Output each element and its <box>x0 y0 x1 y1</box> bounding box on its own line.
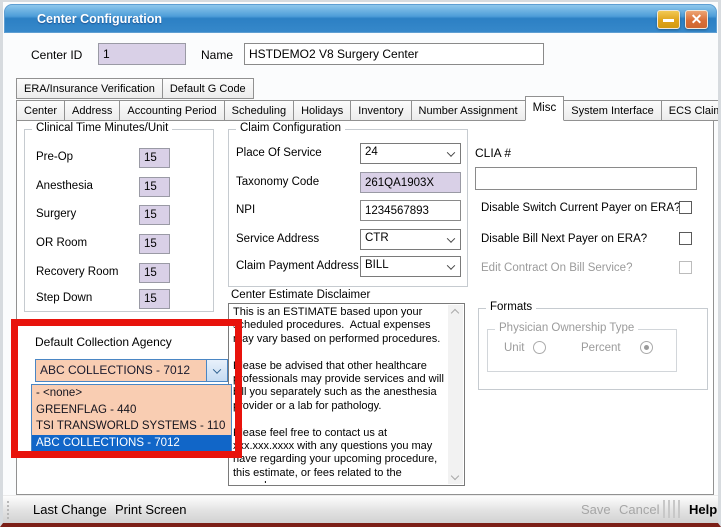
center-configuration-dialog: Center Configuration ✕ Center ID Name ER… <box>0 0 721 527</box>
combobox-drop-button[interactable] <box>206 360 227 381</box>
center-estimate-disclaimer-textarea[interactable]: This is an ESTIMATE based upon your sche… <box>228 303 465 486</box>
clinical-time-title: Clinical Time Minutes/Unit <box>32 122 172 134</box>
clia-field[interactable] <box>475 167 697 190</box>
disable-bill-next-payer-checkbox[interactable] <box>679 232 692 245</box>
scroll-down-icon[interactable] <box>451 472 459 480</box>
edit-contract-on-bill-service-checkbox <box>679 261 692 274</box>
formats-title: Formats <box>486 301 536 313</box>
claim-configuration-title: Claim Configuration <box>236 122 345 134</box>
tab-address[interactable]: Address <box>64 100 120 121</box>
tab-ecs-claim[interactable]: ECS Claim <box>661 100 721 121</box>
title-bar: Center Configuration ✕ <box>4 4 717 33</box>
center-estimate-disclaimer-label: Center Estimate Disclaimer <box>231 289 370 301</box>
tab-row-primary: Center Address Accounting Period Schedul… <box>16 96 721 121</box>
default-collection-agency-label: Default Collection Agency <box>35 335 172 349</box>
center-name-field[interactable] <box>244 43 544 65</box>
edit-contract-on-bill-service-label: Edit Contract On Bill Service? <box>481 262 632 274</box>
clia-label: CLIA # <box>475 146 511 160</box>
toolbar-grip-icon <box>7 501 9 519</box>
physician-ownership-type-groupbox: Physician Ownership Type <box>487 329 677 372</box>
close-button[interactable]: ✕ <box>685 10 708 29</box>
close-icon: ✕ <box>691 11 703 27</box>
dropdown-option-tsi-transworld[interactable]: TSI TRANSWORLD SYSTEMS - 110 <box>32 418 231 435</box>
tab-inventory[interactable]: Inventory <box>350 100 411 121</box>
tab-scheduling[interactable]: Scheduling <box>224 100 294 121</box>
toolbar-separator-grip-icon <box>663 500 680 518</box>
print-screen-button[interactable]: Print Screen <box>115 502 187 517</box>
center-id-field[interactable] <box>98 43 186 65</box>
tab-system-interface[interactable]: System Interface <box>563 100 662 121</box>
scroll-up-icon[interactable] <box>451 309 459 317</box>
collection-agency-dropdown-list: - <none> GREENFLAG - 440 TSI TRANSWORLD … <box>31 384 232 452</box>
help-button[interactable]: Help <box>689 502 717 517</box>
tab-misc[interactable]: Misc <box>525 96 565 121</box>
last-change-button[interactable]: Last Change <box>33 502 107 517</box>
name-label: Name <box>201 48 233 62</box>
tab-holidays[interactable]: Holidays <box>293 100 351 121</box>
minimize-button[interactable] <box>657 10 680 29</box>
default-collection-agency-combobox[interactable]: ABC COLLECTIONS - 7012 <box>35 359 228 382</box>
disable-bill-next-payer-label: Disable Bill Next Payer on ERA? <box>481 233 647 245</box>
cancel-button: Cancel <box>619 502 659 517</box>
window-title: Center Configuration <box>37 12 162 26</box>
clinical-time-groupbox: Clinical Time Minutes/Unit <box>24 129 214 312</box>
claim-configuration-groupbox: Claim Configuration <box>228 129 468 287</box>
dropdown-option-greenflag[interactable]: GREENFLAG - 440 <box>32 402 231 419</box>
dropdown-option-abc-collections[interactable]: ABC COLLECTIONS - 7012 <box>32 435 231 452</box>
tab-accounting-period[interactable]: Accounting Period <box>119 100 224 121</box>
disable-switch-current-payer-label: Disable Switch Current Payer on ERA? <box>481 202 680 214</box>
physician-ownership-type-title: Physician Ownership Type <box>495 322 638 334</box>
disclaimer-text: This is an ESTIMATE based upon your sche… <box>233 306 446 483</box>
disable-switch-current-payer-checkbox[interactable] <box>679 201 692 214</box>
chevron-down-icon <box>213 365 221 373</box>
disclaimer-scrollbar[interactable] <box>448 305 463 484</box>
combobox-selected-value: ABC COLLECTIONS - 7012 <box>40 363 190 377</box>
minimize-icon <box>663 19 674 22</box>
tab-center[interactable]: Center <box>16 100 65 121</box>
status-bar: Last Change Print Screen Save Cancel Hel… <box>3 495 718 523</box>
tab-number-assignment[interactable]: Number Assignment <box>411 100 526 121</box>
center-id-label: Center ID <box>31 48 82 62</box>
save-button: Save <box>581 502 611 517</box>
dropdown-option-none[interactable]: - <none> <box>32 385 231 402</box>
